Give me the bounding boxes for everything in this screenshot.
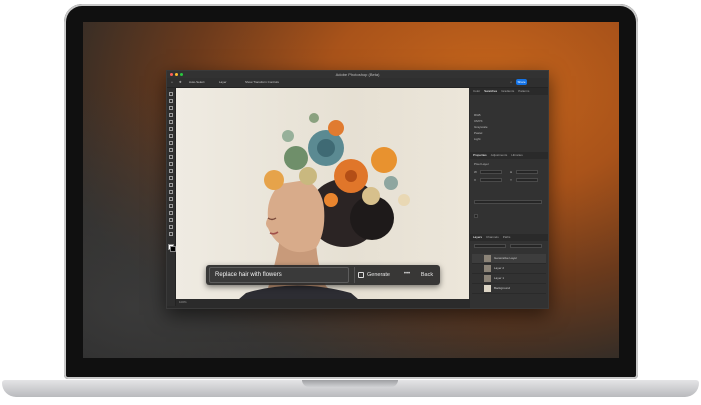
tab-swatches[interactable]: Swatches [484, 88, 497, 95]
tab-gradients[interactable]: Gradients [501, 88, 514, 95]
swatches-panel-tabs: Color Swatches Gradients Patterns [470, 88, 548, 95]
canvas-status-bar: 100% [176, 299, 469, 306]
tab-adjustments[interactable]: Adjustments [491, 152, 508, 159]
laptop-base [0, 373, 701, 403]
generative-fill-prompt-input[interactable]: Replace hair with flowers [209, 267, 349, 283]
home-icon[interactable]: ⌂ [171, 80, 173, 84]
move-tool-icon[interactable]: ✥ [179, 80, 182, 84]
swatch-group-light[interactable]: Light [474, 137, 481, 141]
tab-color[interactable]: Color [473, 88, 480, 95]
swatch-group-pastel[interactable]: Pastel [474, 131, 482, 135]
type-tool-icon[interactable] [169, 204, 173, 208]
layer-name: Background [494, 286, 511, 290]
swatch-group-cmyk[interactable]: CMYK [474, 119, 483, 123]
gradient-tool-icon[interactable] [169, 176, 173, 180]
properties-panel-tabs: Properties Adjustments Libraries [470, 152, 548, 159]
y-field[interactable] [516, 178, 538, 182]
align-field[interactable] [474, 200, 542, 204]
options-bar: ⌂ ✥ Auto-Select Layer Show Transform Con… [167, 78, 548, 88]
back-button[interactable]: Back [416, 267, 438, 283]
option-transform-controls[interactable]: Show Transform Controls [245, 80, 279, 84]
layer-row[interactable]: Background [472, 284, 546, 294]
marquee-tool-icon[interactable] [169, 99, 173, 103]
prop-label-y: Y [510, 178, 513, 182]
window-title: Adobe Photoshop (Beta) [335, 72, 380, 77]
generate-button[interactable]: Generate [354, 267, 398, 283]
swatch-group-grayscale[interactable]: Grayscale [474, 125, 488, 129]
path-select-tool-icon[interactable] [169, 211, 173, 215]
layer-row[interactable]: Generative Layer [472, 254, 546, 264]
layer-row[interactable]: Layer 1 [472, 274, 546, 284]
clone-stamp-tool-icon[interactable] [169, 155, 173, 159]
move-tool-icon[interactable] [169, 92, 173, 96]
dodge-tool-icon[interactable] [169, 190, 173, 194]
object-select-tool-icon[interactable] [169, 113, 173, 117]
zoom-tool-icon[interactable] [169, 232, 173, 236]
checkbox[interactable] [474, 214, 478, 218]
generate-label: Generate [367, 272, 390, 278]
history-brush-tool-icon[interactable] [169, 162, 173, 166]
crop-tool-icon[interactable] [169, 120, 173, 124]
tab-patterns[interactable]: Patterns [518, 88, 529, 95]
more-options-button[interactable]: ••• [400, 267, 414, 283]
eraser-tool-icon[interactable] [169, 169, 173, 173]
prop-label-h: H [510, 170, 513, 174]
layers-panel-tabs: Layers Channels Paths [470, 234, 548, 241]
search-icon[interactable]: ⌕ [510, 80, 512, 84]
swatch-group-rgb[interactable]: RGB [474, 113, 481, 117]
hand-tool-icon[interactable] [169, 225, 173, 229]
frame-tool-icon[interactable] [169, 127, 173, 131]
eyedropper-tool-icon[interactable] [169, 134, 173, 138]
generative-ai-icon [358, 272, 364, 278]
layer-thumbnail [484, 265, 491, 272]
layer-name: Layer 2 [494, 266, 505, 270]
layer-row[interactable]: Layer 2 [472, 264, 546, 274]
prop-label-x: X [474, 178, 477, 182]
tab-libraries[interactable]: Libraries [511, 152, 523, 159]
layer-name: Generative Layer [494, 256, 518, 260]
prop-label-w: W [474, 170, 477, 174]
tab-channels[interactable]: Channels [486, 234, 499, 241]
option-layer-select[interactable]: Layer [219, 80, 227, 84]
tab-paths[interactable]: Paths [503, 234, 511, 241]
laptop-notch [302, 380, 398, 387]
layer-name: Layer 1 [494, 276, 505, 280]
layer-thumbnail [484, 275, 491, 282]
tab-layers[interactable]: Layers [473, 234, 482, 241]
blend-mode-select[interactable] [474, 244, 506, 248]
blur-tool-icon[interactable] [169, 183, 173, 187]
layer-thumbnail [484, 255, 491, 262]
brush-tool-icon[interactable] [169, 148, 173, 152]
height-field[interactable] [516, 170, 538, 174]
width-field[interactable] [480, 170, 502, 174]
title-bar: Adobe Photoshop (Beta) [167, 71, 548, 78]
pen-tool-icon[interactable] [169, 197, 173, 201]
contextual-task-bar: Replace hair with flowers Generate ••• B… [206, 265, 440, 285]
x-field[interactable] [480, 178, 502, 182]
tools-panel [167, 88, 176, 306]
layer-thumbnail [484, 285, 491, 292]
opacity-field[interactable] [510, 244, 542, 248]
properties-header: Pixel Layer [474, 162, 489, 166]
share-button[interactable]: Share [516, 79, 527, 85]
tab-properties[interactable]: Properties [473, 152, 487, 159]
shape-tool-icon[interactable] [169, 218, 173, 222]
lasso-tool-icon[interactable] [169, 106, 173, 110]
option-auto-select[interactable]: Auto-Select [189, 80, 205, 84]
healing-brush-tool-icon[interactable] [169, 141, 173, 145]
right-panels: Color Swatches Gradients Patterns RGB CM… [470, 88, 548, 308]
